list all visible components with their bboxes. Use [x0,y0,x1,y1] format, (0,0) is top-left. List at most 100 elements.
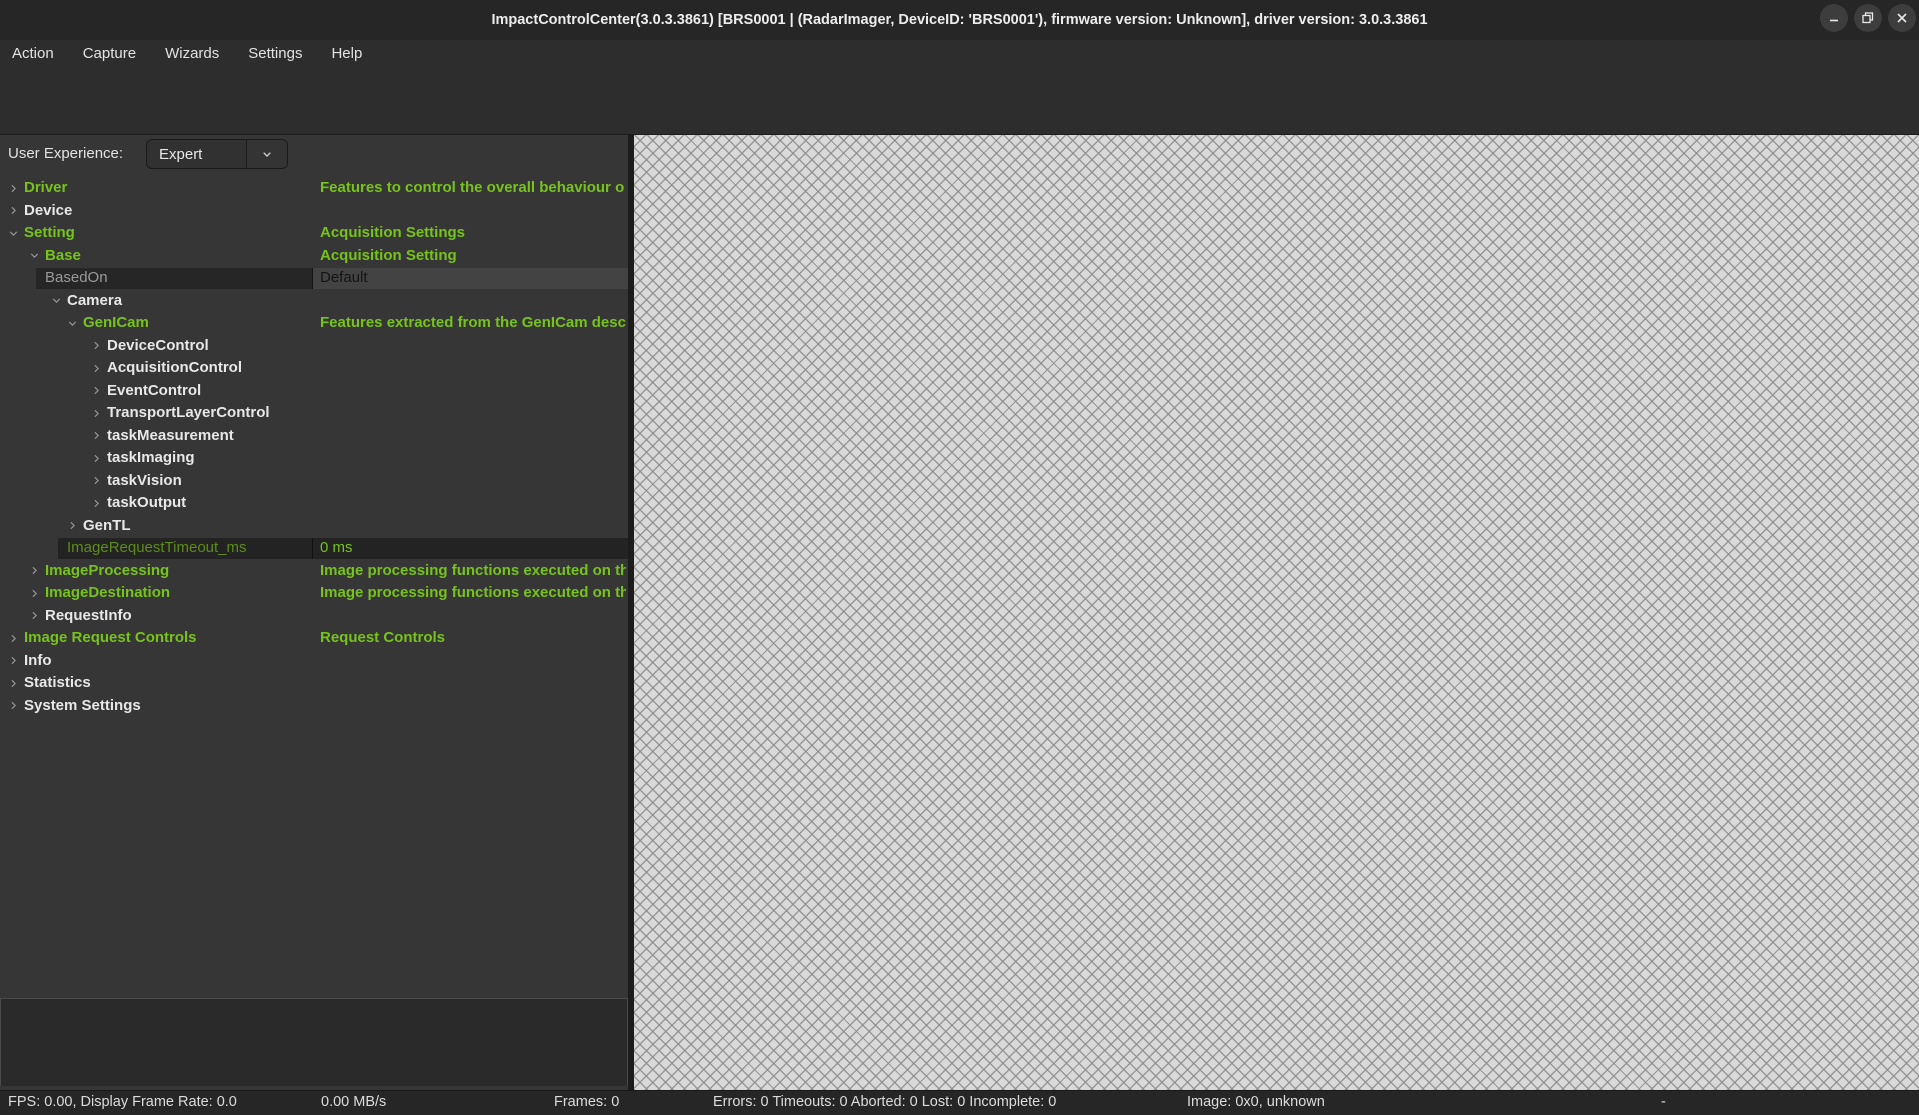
tree-item-value: Image processing functions executed on t… [320,584,626,601]
tree-row-Info[interactable]: Info [0,650,628,673]
tree-row-Device[interactable]: Device [0,200,628,223]
tree-item-value: Request Controls [320,629,446,646]
tree-item-label: Driver [24,179,68,196]
user-experience-arrow[interactable] [246,140,287,168]
tree-item-value: Image processing functions executed on t… [320,561,626,579]
tree-item-value: Acquisition Setting [320,246,457,264]
tree-item-label: taskMeasurement [107,426,234,444]
minimize-button[interactable] [1820,4,1848,32]
collapsed-chevron-icon[interactable] [90,384,103,402]
collapsed-chevron-icon[interactable] [7,699,20,717]
tree-item-label: Statistics [24,674,91,691]
status-extra: - [1661,1094,1666,1110]
collapsed-chevron-icon[interactable] [28,564,41,582]
tree-row-ImageDestination[interactable]: ImageDestination Image processing functio… [0,582,628,605]
tree-row-DeviceControl[interactable]: DeviceControl [0,335,628,358]
analysis-panel [0,998,628,1086]
tree-item-label: ImageProcessing [45,561,170,579]
collapsed-chevron-icon[interactable] [90,474,103,492]
minimize-icon [1830,19,1838,22]
collapsed-chevron-icon[interactable] [90,407,103,425]
tree-item-value: Features extracted from the GenICam desc [320,314,626,331]
restore-button[interactable] [1854,4,1882,32]
title-bar: ImpactControlCenter(3.0.3.3861) [BRS0001… [0,0,1919,40]
collapsed-chevron-icon[interactable] [66,519,79,537]
collapsed-chevron-icon[interactable] [90,452,103,470]
expanded-chevron-icon[interactable] [28,249,41,267]
tree-item-value: Features to control the overall behaviou… [320,179,625,196]
status-image-format: Image: 0x0, unknown [1187,1094,1325,1110]
tree-item-label: Camera [67,291,123,309]
tree-row-RequestInfo[interactable]: RequestInfo [0,605,628,628]
menu-settings[interactable]: Settings [248,45,302,62]
tree-row-ImageRequestTimeout_ms[interactable]: ImageRequestTimeout_ms 0 ms [0,537,628,560]
collapsed-chevron-icon[interactable] [90,497,103,515]
menu-capture[interactable]: Capture [83,45,136,62]
expanded-chevron-icon[interactable] [66,317,79,335]
tree-row-Image Request Controls[interactable]: Image Request Controls Request Controls [0,627,628,650]
tree-row-GenTL[interactable]: GenTL [0,515,628,538]
tree-row-TransportLayerControl[interactable]: TransportLayerControl [0,402,628,425]
user-experience-label: User Experience: [8,145,124,162]
window-title: ImpactControlCenter(3.0.3.3861) [BRS0001… [491,12,1428,28]
tree-item-label: ImageRequestTimeout_ms [67,539,247,556]
tree-item-label: AcquisitionControl [107,359,242,376]
tree-row-Driver[interactable]: Driver Features to control the overall be… [0,177,628,200]
tree-row-taskImaging[interactable]: taskImaging [0,447,628,470]
tree-item-label: taskImaging [107,449,195,466]
tree-item-label: System Settings [24,696,141,714]
tree-row-EventControl[interactable]: EventControl [0,380,628,403]
collapsed-chevron-icon[interactable] [7,204,20,222]
toolbar: BRS0001 | (RadarImager, DeviceID: 'BRS00… [0,67,1919,196]
tree-item-label: ImageDestination [45,584,171,601]
tree-item-label: taskVision [107,471,182,489]
status-errors: Errors: 0 Timeouts: 0 Aborted: 0 Lost: 0… [713,1094,1057,1110]
collapsed-chevron-icon[interactable] [28,587,41,605]
tree-row-taskOutput[interactable]: taskOutput [0,492,628,515]
tree-item-label: Image Request Controls [24,629,197,646]
chevron-down-icon [263,152,271,157]
tree-item-label: Device [24,201,73,219]
tree-item-label: Info [24,651,52,669]
impact-control-center-window: ImpactControlCenter(3.0.3.3861) [BRS0001… [0,0,1919,1115]
menu-bar: Action Capture Wizards Settings Help [0,40,1919,67]
expanded-chevron-icon[interactable] [50,294,63,312]
collapsed-chevron-icon[interactable] [7,182,20,200]
collapsed-chevron-icon[interactable] [7,677,20,695]
tree-row-taskVision[interactable]: taskVision [0,470,628,493]
collapsed-chevron-icon[interactable] [7,654,20,672]
status-bar: FPS: 0.00, Display Frame Rate: 0.0 0.00 … [0,1090,1919,1115]
collapsed-chevron-icon[interactable] [90,429,103,447]
menu-wizards[interactable]: Wizards [165,45,219,62]
user-experience-select[interactable]: Expert [146,139,288,169]
tree-row-GenICam[interactable]: GenICam Features extracted from the GenIC… [0,312,628,335]
tree-row-Base[interactable]: Base Acquisition Setting [0,245,628,268]
tree-item-label: DeviceControl [107,336,209,354]
tree-row-Statistics[interactable]: Statistics [0,672,628,695]
tree-row-System Settings[interactable]: System Settings [0,695,628,718]
tree-item-value: Acquisition Settings [320,224,466,241]
collapsed-chevron-icon[interactable] [7,632,20,650]
close-button[interactable] [1888,4,1916,32]
tree-row-Setting[interactable]: Setting Acquisition Settings [0,222,628,245]
menu-action[interactable]: Action [12,45,54,62]
collapsed-chevron-icon[interactable] [90,339,103,357]
tree-row-ImageProcessing[interactable]: ImageProcessing Image processing function… [0,560,628,583]
tree-row-AcquisitionControl[interactable]: AcquisitionControl [0,357,628,380]
tree-item-value: 0 ms [320,539,353,556]
status-bandwidth: 0.00 MB/s [321,1094,387,1110]
tree-item-value: Default [320,269,368,286]
tree-item-label: RequestInfo [45,606,132,624]
menu-help[interactable]: Help [331,45,362,62]
user-experience-value: Expert [159,145,203,163]
tree-row-Camera[interactable]: Camera [0,290,628,313]
tree-row-BasedOn[interactable]: BasedOn Default [0,267,628,290]
image-display-area[interactable] [634,135,1919,1090]
collapsed-chevron-icon[interactable] [28,609,41,627]
status-fps: FPS: 0.00, Display Frame Rate: 0.0 [8,1094,237,1110]
expanded-chevron-icon[interactable] [7,227,20,245]
tree-row-taskMeasurement[interactable]: taskMeasurement [0,425,628,448]
status-frames: Frames: 0 [554,1094,620,1110]
collapsed-chevron-icon[interactable] [90,362,103,380]
user-experience-row: User Experience: Expert [0,135,628,172]
